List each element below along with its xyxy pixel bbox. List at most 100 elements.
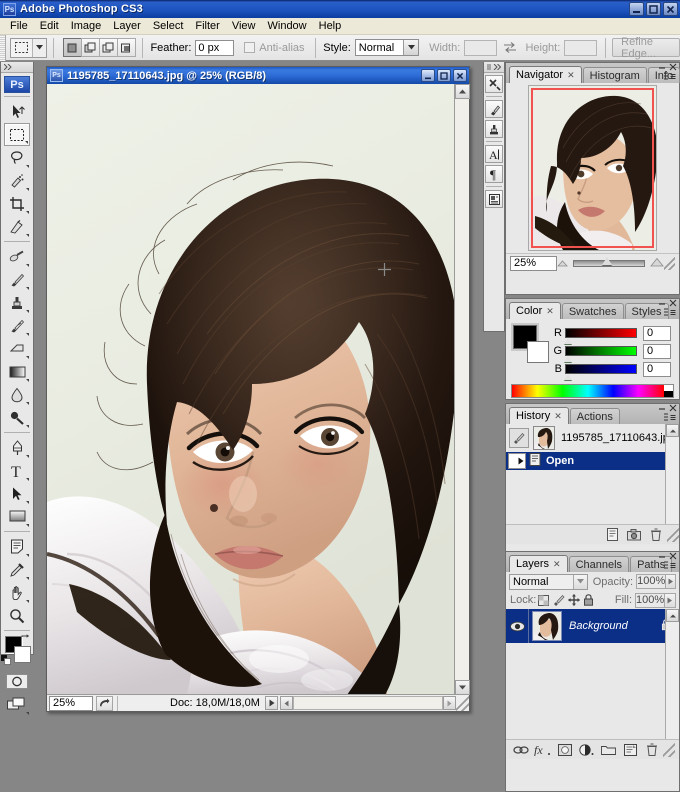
resize-grip[interactable] (663, 257, 675, 270)
red-value-input[interactable]: 0 (643, 325, 671, 341)
panel-menu-icon[interactable] (661, 412, 677, 423)
layer-visibility-toggle[interactable] (506, 609, 529, 643)
background-color-swatch[interactable] (14, 646, 31, 663)
history-snapshot-row[interactable]: 1195785_17110643.jpg (506, 424, 679, 452)
green-slider[interactable] (564, 346, 637, 362)
style-select[interactable]: Normal (354, 39, 420, 56)
navigator-thumbnail[interactable] (528, 85, 657, 251)
create-document-from-state-button[interactable] (601, 526, 623, 544)
tab-histogram[interactable]: Histogram (582, 67, 647, 83)
move-tool[interactable] (4, 100, 30, 123)
menu-window[interactable]: Window (262, 18, 313, 34)
close-icon[interactable] (669, 552, 677, 560)
scroll-down-button[interactable] (455, 680, 470, 695)
slider-thumb[interactable] (564, 374, 572, 380)
history-scrollbar[interactable] (665, 424, 679, 524)
vertical-scrollbar[interactable] (454, 84, 470, 695)
default-colors-icon[interactable] (1, 655, 11, 668)
close-icon[interactable]: ✕ (546, 306, 554, 317)
delete-state-button[interactable] (645, 526, 667, 544)
refine-edge-button[interactable]: Refine Edge... (612, 36, 680, 60)
history-state-marker[interactable] (508, 453, 526, 469)
spectrum-strip[interactable] (512, 385, 664, 397)
hscroll-left-button[interactable] (280, 696, 293, 710)
zoom-out-icon[interactable] (556, 258, 568, 270)
close-button[interactable] (453, 69, 467, 82)
delete-layer-button[interactable] (641, 741, 663, 759)
menu-file[interactable]: File (4, 18, 34, 34)
paragraph-button[interactable]: ¶ (485, 165, 503, 183)
layer-comps-button[interactable] (485, 190, 503, 208)
pen-tool[interactable] (4, 436, 30, 459)
history-brush-tool[interactable] (4, 314, 30, 337)
snapshot-brush-icon[interactable] (509, 428, 529, 448)
slider-thumb[interactable] (601, 257, 612, 265)
history-list[interactable]: 1195785_17110643.jpg Open (506, 424, 679, 524)
color-ramp[interactable] (511, 384, 674, 398)
new-adjustment-layer-button[interactable] (576, 741, 598, 759)
minimize-icon[interactable] (658, 299, 666, 307)
panel-menu-icon[interactable] (661, 560, 677, 571)
screen-mode-button[interactable] (4, 693, 30, 716)
tab-swatches[interactable]: Swatches (561, 303, 624, 319)
slider-thumb[interactable] (564, 338, 572, 344)
lasso-tool[interactable] (4, 146, 30, 169)
swap-dimensions-icon[interactable] (504, 42, 517, 53)
minimize-icon[interactable] (658, 63, 666, 71)
red-slider[interactable] (564, 328, 637, 344)
resize-grip[interactable] (663, 742, 676, 757)
hscroll-right-button[interactable] (443, 696, 456, 710)
maximize-button[interactable] (437, 69, 451, 82)
feather-input[interactable]: 0 px (195, 39, 235, 56)
zoom-level-input[interactable]: 25% (49, 695, 93, 711)
brush-tool[interactable] (4, 268, 30, 291)
quick-selection-tool[interactable] (4, 169, 30, 192)
tab-actions[interactable]: Actions (569, 408, 620, 424)
height-input[interactable] (564, 39, 598, 56)
minimize-icon[interactable] (658, 404, 666, 412)
minimize-icon[interactable] (658, 552, 666, 560)
scroll-up-button[interactable] (666, 424, 679, 437)
status-menu-icon[interactable] (96, 695, 113, 711)
zoom-in-icon[interactable] (649, 257, 664, 270)
checkbox-unchecked-icon[interactable] (244, 42, 256, 53)
panel-menu-icon[interactable] (661, 307, 677, 318)
tool-preset-picker[interactable] (10, 37, 47, 58)
add-layer-mask-button[interactable] (554, 741, 576, 759)
scroll-up-button[interactable] (455, 84, 470, 99)
horizontal-scroll-track[interactable] (293, 696, 443, 710)
new-layer-button[interactable] (619, 741, 641, 759)
blur-tool[interactable] (4, 383, 30, 406)
restore-button[interactable] (646, 2, 661, 16)
blue-slider[interactable] (564, 364, 637, 380)
healing-brush-tool[interactable] (4, 245, 30, 268)
close-icon[interactable]: ✕ (553, 559, 561, 570)
swap-colors-icon[interactable] (21, 634, 31, 646)
resize-grip[interactable] (667, 527, 679, 542)
tab-channels[interactable]: Channels (568, 556, 630, 572)
width-input[interactable] (464, 39, 498, 56)
minimize-button[interactable] (421, 69, 435, 82)
panel-menu-icon[interactable] (661, 71, 677, 82)
add-to-selection-button[interactable] (80, 38, 100, 57)
slice-tool[interactable] (4, 215, 30, 238)
menu-edit[interactable]: Edit (34, 18, 65, 34)
dodge-tool[interactable] (4, 406, 30, 429)
shape-tool[interactable] (4, 505, 30, 528)
menu-help[interactable]: Help (313, 18, 348, 34)
hand-tool[interactable] (4, 581, 30, 604)
rectangular-marquee-tool[interactable] (4, 123, 30, 146)
intersect-with-selection-button[interactable] (116, 38, 136, 57)
lock-image-pixels-icon[interactable] (551, 593, 566, 608)
navigator-zoom-input[interactable]: 25% (510, 256, 557, 271)
eyedropper-tool[interactable] (4, 558, 30, 581)
brushes-button[interactable] (485, 100, 503, 118)
layers-list[interactable]: Background (506, 609, 679, 739)
close-icon[interactable]: ✕ (554, 411, 562, 422)
menu-view[interactable]: View (226, 18, 262, 34)
tab-navigator[interactable]: Navigator ✕ (509, 66, 582, 83)
opacity-input[interactable]: 100% (636, 574, 667, 589)
tab-history[interactable]: History ✕ (509, 407, 569, 424)
type-tool[interactable]: T (4, 459, 30, 482)
add-layer-style-button[interactable]: fx (532, 741, 554, 759)
